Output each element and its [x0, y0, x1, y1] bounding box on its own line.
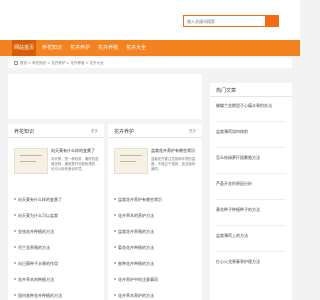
nav-flower-encyclopedia[interactable]: 花卉大全 — [124, 40, 148, 56]
care-list-item[interactable]: 花卉养护中的注意事项 — [114, 276, 196, 284]
list-item-label[interactable]: 花卉养护中的注意事项 — [118, 277, 158, 282]
nav-flower-knowledge[interactable]: 养花知识 — [40, 40, 64, 56]
breadcrumb: 首页 > 养花知识 > 花卉养护 > 花卉养殖 > 花卉大全 — [14, 60, 104, 66]
care-list-item[interactable]: 花卉草木的养护方法 — [114, 212, 196, 220]
bullet-icon — [14, 262, 16, 264]
care-feature-image[interactable] — [114, 148, 148, 174]
sidebar-item-label[interactable]: 盆栽薄荷上的方法 — [216, 233, 286, 239]
nav-flower-cultivation[interactable]: 花卉养殖 — [96, 40, 120, 56]
nav-flower-care[interactable]: 花卉养护 — [68, 40, 92, 56]
list-item-label[interactable]: 向日葵种子水果的作用 — [18, 261, 58, 266]
sidebar-item[interactable]: 芦荟开花的原因分析 — [216, 181, 290, 187]
breadcrumb-text: 首页 > 养花知识 > 花卉养护 > 花卉养殖 > 花卉大全 — [20, 61, 104, 65]
sidebar-item[interactable]: 蝴蝶兰花期里子心痛水果的办法 — [216, 103, 290, 109]
care-list-item[interactable]: 盆栽花卉养护有哪些常识 — [114, 196, 196, 204]
bullet-icon — [14, 198, 16, 200]
bullet-icon — [14, 230, 16, 232]
knowledge-title: 养花知识 — [14, 129, 35, 135]
bullet-icon — [14, 294, 16, 296]
care-feature-desc: 盆栽花卉要注意各种环境的温度，不能过于湿润，适当保持通风。 — [151, 157, 196, 171]
divider — [216, 121, 286, 122]
care-list-item[interactable]: 菊花花卉种植的方法 — [114, 244, 196, 252]
search-input[interactable] — [187, 17, 265, 26]
care-more-link[interactable]: 更多 — [189, 129, 196, 134]
list-item-label[interactable]: 盆栽花卉养护有哪些常识 — [118, 197, 162, 202]
sidebar-panel: 热门文章 蝴蝶兰花期里子心痛水果的办法 盆栽薄荷如何修剪 怎么给绿萝扦插繁殖方法… — [210, 83, 292, 300]
divider — [216, 199, 286, 200]
sidebar-title: 热门文章 — [216, 88, 237, 94]
knowledge-feature-image[interactable] — [14, 148, 48, 174]
main-nav: 网站首页 养花知识 花卉养护 花卉养殖 花卉大全 — [0, 40, 300, 56]
care-list-item[interactable]: 盆栽花卉养殖的方法 — [114, 228, 196, 236]
divider — [216, 173, 286, 174]
care-panel: 花卉养护 更多 盆栽花卉养护有哪些常识 盆栽花卉要注意各种环境的温度，不能过于湿… — [108, 124, 202, 300]
divider — [216, 251, 286, 252]
bullet-icon — [114, 278, 116, 280]
list-item-label[interactable]: 花卉草木养护的方法 — [118, 293, 154, 298]
search-button[interactable] — [265, 16, 278, 26]
knowledge-list-item[interactable]: 向天葵有什么样的变黄了 — [14, 196, 98, 204]
knowledge-list-item[interactable]: 吊兰花养殖的方法 — [14, 244, 98, 252]
sidebar-item-label[interactable]: 红心火龙果春季护理方法 — [216, 259, 286, 265]
list-item-label[interactable]: 国内各种花卉种植的方法 — [18, 293, 62, 298]
list-item-label[interactable]: 各种花卉种植的方法 — [118, 261, 154, 266]
sidebar-item-label[interactable]: 盆栽薄荷如何修剪 — [216, 129, 286, 135]
care-list-item[interactable]: 各种花卉种植的方法 — [114, 260, 196, 268]
knowledge-more-link[interactable]: 更多 — [91, 129, 98, 134]
home-icon — [14, 61, 18, 65]
divider — [216, 225, 286, 226]
list-item-label[interactable]: 菊花花卉种植的方法 — [118, 245, 154, 250]
knowledge-feature-desc: 向天葵，是一种较常，最好的盆栽花种。通常是开花颜色漂亮，也可以用来美化环境。 — [51, 157, 99, 171]
knowledge-list-item[interactable]: 花卉草木的种植方法 — [14, 276, 98, 284]
knowledge-list-item[interactable]: 金钱花卉种植的方法 — [14, 228, 98, 236]
care-feature-title[interactable]: 盆栽花卉养护有哪些常识 — [151, 148, 197, 154]
list-item-label[interactable]: 花卉草木的种植方法 — [18, 277, 54, 282]
divider — [216, 147, 286, 148]
search-box — [183, 15, 279, 27]
bullet-icon — [114, 214, 116, 216]
sidebar-header: 热门文章 — [210, 83, 292, 97]
sidebar-item-label[interactable]: 怎么给绿萝扦插繁殖方法 — [216, 155, 286, 161]
list-item-label[interactable]: 盆栽花卉养殖的方法 — [118, 229, 154, 234]
bullet-icon — [114, 246, 116, 248]
sidebar-item[interactable]: 盆栽薄荷如何修剪 — [216, 129, 290, 135]
nav-home[interactable]: 网站首页 — [12, 40, 36, 56]
knowledge-feature-title[interactable]: 向天葵有什么样的变黄了 — [51, 148, 99, 154]
bullet-icon — [14, 246, 16, 248]
sidebar-item-label[interactable]: 芦荟开花的原因分析 — [216, 181, 286, 187]
bullet-icon — [14, 214, 16, 216]
sidebar-item-label[interactable]: 黄花种子种植种子的方法 — [216, 207, 286, 213]
bullet-icon — [114, 230, 116, 232]
breadcrumb-bar: 首页 > 养花知识 > 花卉养护 > 花卉养殖 > 花卉大全 — [8, 58, 292, 68]
care-title: 花卉养护 — [114, 129, 135, 135]
knowledge-list-item[interactable]: 向日葵种子水果的作用 — [14, 260, 98, 268]
knowledge-list-item[interactable]: 向天葵为什么可以盆栽 — [14, 212, 98, 220]
bullet-icon — [114, 198, 116, 200]
list-item-label[interactable]: 花卉草木的养护方法 — [118, 213, 154, 218]
bullet-icon — [114, 294, 116, 296]
list-item-label[interactable]: 吊兰花养殖的方法 — [18, 245, 50, 250]
bullet-icon — [114, 262, 116, 264]
content-banner — [8, 74, 202, 119]
knowledge-list-item[interactable]: 国内各种花卉种植的方法 — [14, 292, 98, 300]
sidebar-item[interactable]: 盆栽薄荷上的方法 — [216, 233, 290, 239]
knowledge-header: 养花知识 更多 — [8, 124, 104, 138]
list-item-label[interactable]: 金钱花卉种植的方法 — [18, 229, 54, 234]
sidebar-item[interactable]: 怎么给绿萝扦插繁殖方法 — [216, 155, 290, 161]
bullet-icon — [14, 278, 16, 280]
care-list-item[interactable]: 花卉草木养护的方法 — [114, 292, 196, 300]
list-item-label[interactable]: 向天葵有什么样的变黄了 — [18, 197, 62, 202]
care-header: 花卉养护 更多 — [108, 124, 202, 138]
list-item-label[interactable]: 向天葵为什么可以盆栽 — [18, 213, 58, 218]
sidebar-item-label[interactable]: 蝴蝶兰花期里子心痛水果的办法 — [216, 103, 286, 109]
sidebar-item[interactable]: 黄花种子种植种子的方法 — [216, 207, 290, 213]
knowledge-panel: 养花知识 更多 向天葵有什么样的变黄了 向天葵，是一种较常，最好的盆栽花种。通常… — [8, 124, 104, 300]
sidebar-item[interactable]: 红心火龙果春季护理方法 — [216, 259, 290, 265]
